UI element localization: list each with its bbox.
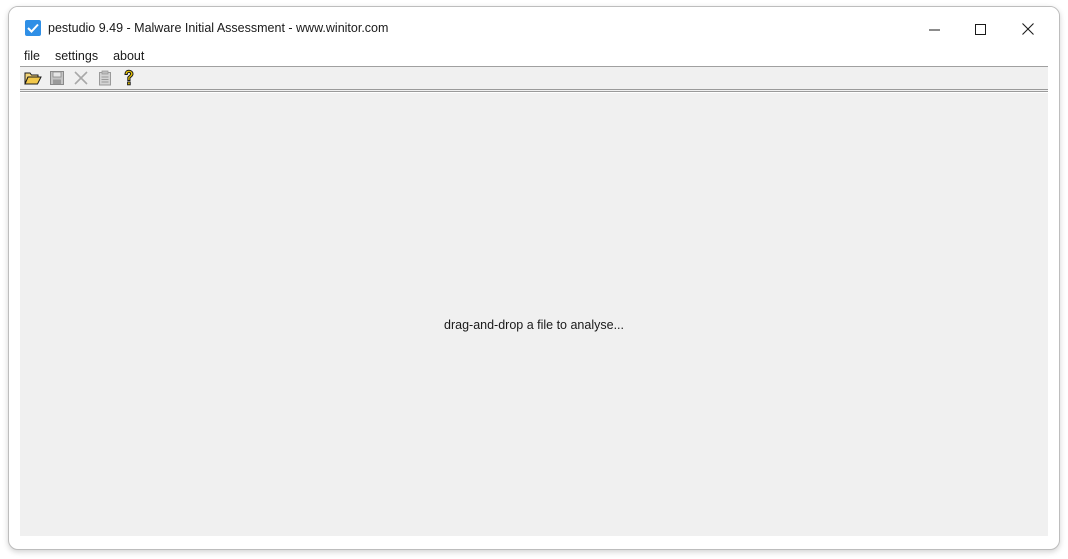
app-window: pestudio 9.49 - Malware Initial Assessme… (8, 6, 1060, 550)
save-icon (50, 71, 64, 85)
help-button[interactable] (118, 68, 140, 88)
save-button[interactable] (46, 68, 68, 88)
copy-button[interactable] (94, 68, 116, 88)
toolbar (20, 66, 1048, 92)
close-file-button[interactable] (70, 68, 92, 88)
open-folder-icon (24, 72, 42, 85)
maximize-icon (974, 23, 986, 35)
drop-area[interactable]: drag-and-drop a file to analyse... (20, 93, 1048, 536)
window-title: pestudio 9.49 - Malware Initial Assessme… (48, 21, 389, 35)
checkmark-app-icon (25, 20, 41, 36)
drop-hint: drag-and-drop a file to analyse... (444, 318, 624, 332)
clipboard-icon (99, 70, 111, 86)
close-icon (1022, 23, 1034, 35)
open-file-button[interactable] (22, 68, 44, 88)
menu-file[interactable]: file (23, 48, 41, 64)
help-icon (124, 69, 134, 86)
menu-settings[interactable]: settings (54, 48, 99, 64)
menu-bar: file settings about (9, 45, 1059, 67)
menu-about[interactable]: about (112, 48, 145, 64)
close-file-icon (74, 71, 88, 85)
minimize-icon (928, 29, 940, 30)
